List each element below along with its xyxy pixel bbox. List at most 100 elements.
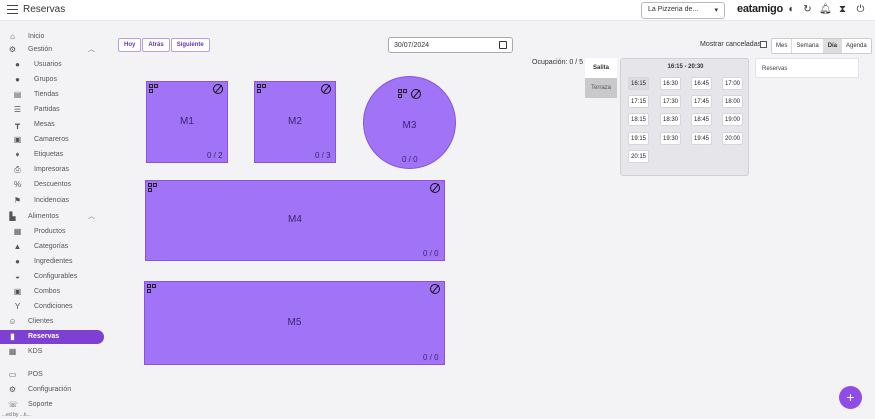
time-slot[interactable]: 19:15 bbox=[628, 132, 649, 145]
time-slot[interactable]: 18:45 bbox=[691, 113, 712, 126]
half-circle-icon[interactable]: ◐ bbox=[786, 4, 797, 15]
refresh-icon[interactable]: ↻ bbox=[802, 4, 813, 15]
sidebar-item-usuarios[interactable]: ● Usuarios bbox=[0, 58, 104, 71]
sidebar-item-ingredientes[interactable]: ● Ingredientes bbox=[0, 255, 104, 268]
back-button[interactable]: Atrás bbox=[142, 38, 170, 52]
sidebar-item-label: Inicio bbox=[28, 33, 45, 40]
time-slot[interactable]: 18:30 bbox=[660, 113, 681, 126]
tab-mes[interactable]: Mes bbox=[772, 39, 793, 53]
time-slot[interactable]: 19:45 bbox=[691, 132, 712, 145]
stack-icon: ☰ bbox=[13, 105, 22, 114]
tab-agenda[interactable]: Agenda bbox=[842, 39, 871, 53]
time-slot[interactable]: 19:00 bbox=[722, 113, 743, 126]
sidebar-item-kds[interactable]: ▦ KDS bbox=[0, 345, 104, 358]
sidebar-item-pos[interactable]: ▭ POS bbox=[0, 368, 104, 381]
bell-icon[interactable]: 🔔︎ bbox=[819, 4, 832, 15]
table-occupancy: 0 / 2 bbox=[207, 151, 223, 160]
sidebar-item-descuentos[interactable]: % Descuentos bbox=[0, 178, 104, 191]
sidebar-item-configuracion[interactable]: ⚙ Configuración bbox=[0, 383, 104, 396]
table-m3[interactable]: M3 0 / 0 bbox=[363, 76, 456, 169]
time-slot[interactable]: 16:30 bbox=[660, 77, 681, 90]
sidebar-item-label: POS bbox=[28, 371, 43, 378]
time-slot[interactable]: 17:15 bbox=[628, 95, 649, 108]
printer-icon: ⎙ bbox=[14, 165, 21, 174]
sidebar-item-etiquetas[interactable]: ➧ Etiquetas bbox=[0, 148, 104, 161]
sidebar-section-alimentos[interactable]: ▙ Alimentos ︿ bbox=[0, 210, 104, 223]
flag-icon: ⚑ bbox=[13, 196, 22, 205]
qr-icon[interactable] bbox=[149, 84, 158, 93]
tag-icon: ➧ bbox=[14, 150, 21, 159]
block-icon[interactable] bbox=[430, 284, 440, 294]
sidebar-item-combos[interactable]: ▣ Combos bbox=[0, 285, 104, 298]
chevron-up-icon: ︿ bbox=[88, 213, 95, 220]
today-button[interactable]: Hoy bbox=[118, 38, 142, 52]
sidebar-item-camareros[interactable]: ▣ Camareros bbox=[0, 133, 104, 146]
qr-icon[interactable] bbox=[148, 183, 157, 192]
time-slot[interactable]: 18:00 bbox=[722, 95, 743, 108]
store-select-value: La Pizzeria de... bbox=[648, 6, 699, 13]
table-m2[interactable]: M2 0 / 3 bbox=[254, 81, 336, 163]
time-slot[interactable]: 16:15 bbox=[628, 77, 649, 90]
table-name: M2 bbox=[288, 116, 302, 127]
time-slot[interactable]: 17:30 bbox=[660, 95, 681, 108]
pos-icon: ▭ bbox=[8, 370, 17, 379]
zone-tab-salita[interactable]: Salita bbox=[585, 58, 617, 78]
calendar-icon[interactable] bbox=[499, 41, 507, 49]
zone-tab-terraza[interactable]: Terraza bbox=[585, 78, 617, 98]
table-name: M5 bbox=[287, 317, 302, 328]
block-icon[interactable] bbox=[430, 183, 440, 193]
sidebar-item-label: Incidencias bbox=[34, 197, 70, 204]
time-slot[interactable]: 18:15 bbox=[628, 113, 649, 126]
sidebar-section-gestion[interactable]: ⚙ Gestión ︿ bbox=[0, 43, 104, 56]
sidebar-item-mesas[interactable]: ┳ Mesas bbox=[0, 118, 104, 131]
qr-icon[interactable] bbox=[147, 284, 156, 293]
block-icon[interactable] bbox=[411, 89, 421, 99]
categories-icon: ▲ bbox=[13, 242, 22, 251]
time-slot[interactable]: 17:45 bbox=[691, 95, 712, 108]
block-icon[interactable] bbox=[321, 84, 331, 94]
add-reservation-button[interactable]: + bbox=[839, 386, 862, 409]
sidebar-item-inicio[interactable]: ⌂ Inicio bbox=[0, 30, 104, 43]
next-button[interactable]: Siguiente bbox=[170, 38, 210, 52]
sidebar-item-incidencias[interactable]: ⚑ Incidencias bbox=[0, 194, 104, 207]
time-slot[interactable]: 20:00 bbox=[722, 132, 743, 145]
qr-icon[interactable] bbox=[398, 89, 407, 98]
power-icon[interactable]: ⏻ bbox=[855, 4, 866, 15]
grid-icon: ▦ bbox=[8, 347, 17, 356]
sidebar-item-productos[interactable]: ▦ Productos bbox=[0, 225, 104, 238]
time-slot[interactable]: 19:30 bbox=[660, 132, 681, 145]
sidebar-item-clientes[interactable]: ☺ Clientes bbox=[0, 315, 104, 328]
sidebar-item-partidas[interactable]: ☰ Partidas bbox=[0, 103, 104, 116]
table-m4[interactable]: M4 0 / 0 bbox=[145, 180, 445, 261]
sidebar-item-soporte[interactable]: ☏ Soporte bbox=[0, 398, 104, 411]
show-cancelled-checkbox[interactable] bbox=[760, 41, 767, 48]
sidebar-item-reservas[interactable]: ▮ Reservas bbox=[0, 330, 104, 344]
table-name: M3 bbox=[402, 120, 417, 131]
table-m1[interactable]: M1 0 / 2 bbox=[146, 81, 228, 163]
sidebar-item-configurables[interactable]: ◒ Configurables bbox=[0, 270, 104, 283]
store-select[interactable]: La Pizzeria de... ▾ bbox=[641, 2, 725, 19]
brand-logo: eatamigo bbox=[737, 3, 783, 15]
home-icon: ⌂ bbox=[10, 32, 15, 41]
time-slot[interactable]: 20:15 bbox=[628, 150, 649, 163]
hourglass-icon[interactable]: ⧗ bbox=[837, 4, 848, 15]
tab-dia[interactable]: Día bbox=[823, 39, 843, 53]
fork-icon: Y bbox=[14, 302, 21, 311]
sidebar-item-condiciones[interactable]: Y Condiciones bbox=[0, 300, 104, 313]
table-occupancy: 0 / 0 bbox=[423, 249, 439, 258]
sidebar-item-categorias[interactable]: ▲ Categorías bbox=[0, 240, 104, 253]
block-icon[interactable] bbox=[213, 84, 223, 94]
time-slot[interactable]: 17:00 bbox=[722, 77, 743, 90]
date-input[interactable]: 30/07/2024 bbox=[388, 37, 513, 53]
qr-icon[interactable] bbox=[257, 84, 266, 93]
tab-semana[interactable]: Semana bbox=[792, 39, 824, 53]
chevron-up-icon: ︿ bbox=[88, 46, 95, 53]
sidebar-item-label: Camareros bbox=[34, 136, 69, 143]
sidebar-item-tiendas[interactable]: ▤ Tiendas bbox=[0, 88, 104, 101]
table-m5[interactable]: M5 0 / 0 bbox=[144, 281, 445, 365]
sidebar-item-impresoras[interactable]: ⎙ Impresoras bbox=[0, 163, 104, 176]
time-slot[interactable]: 16:45 bbox=[691, 77, 712, 90]
sidebar-item-grupos[interactable]: ● Grupos bbox=[0, 73, 104, 86]
menu-icon[interactable] bbox=[7, 5, 18, 15]
show-cancelled-label: Mostrar canceladas bbox=[700, 41, 762, 48]
